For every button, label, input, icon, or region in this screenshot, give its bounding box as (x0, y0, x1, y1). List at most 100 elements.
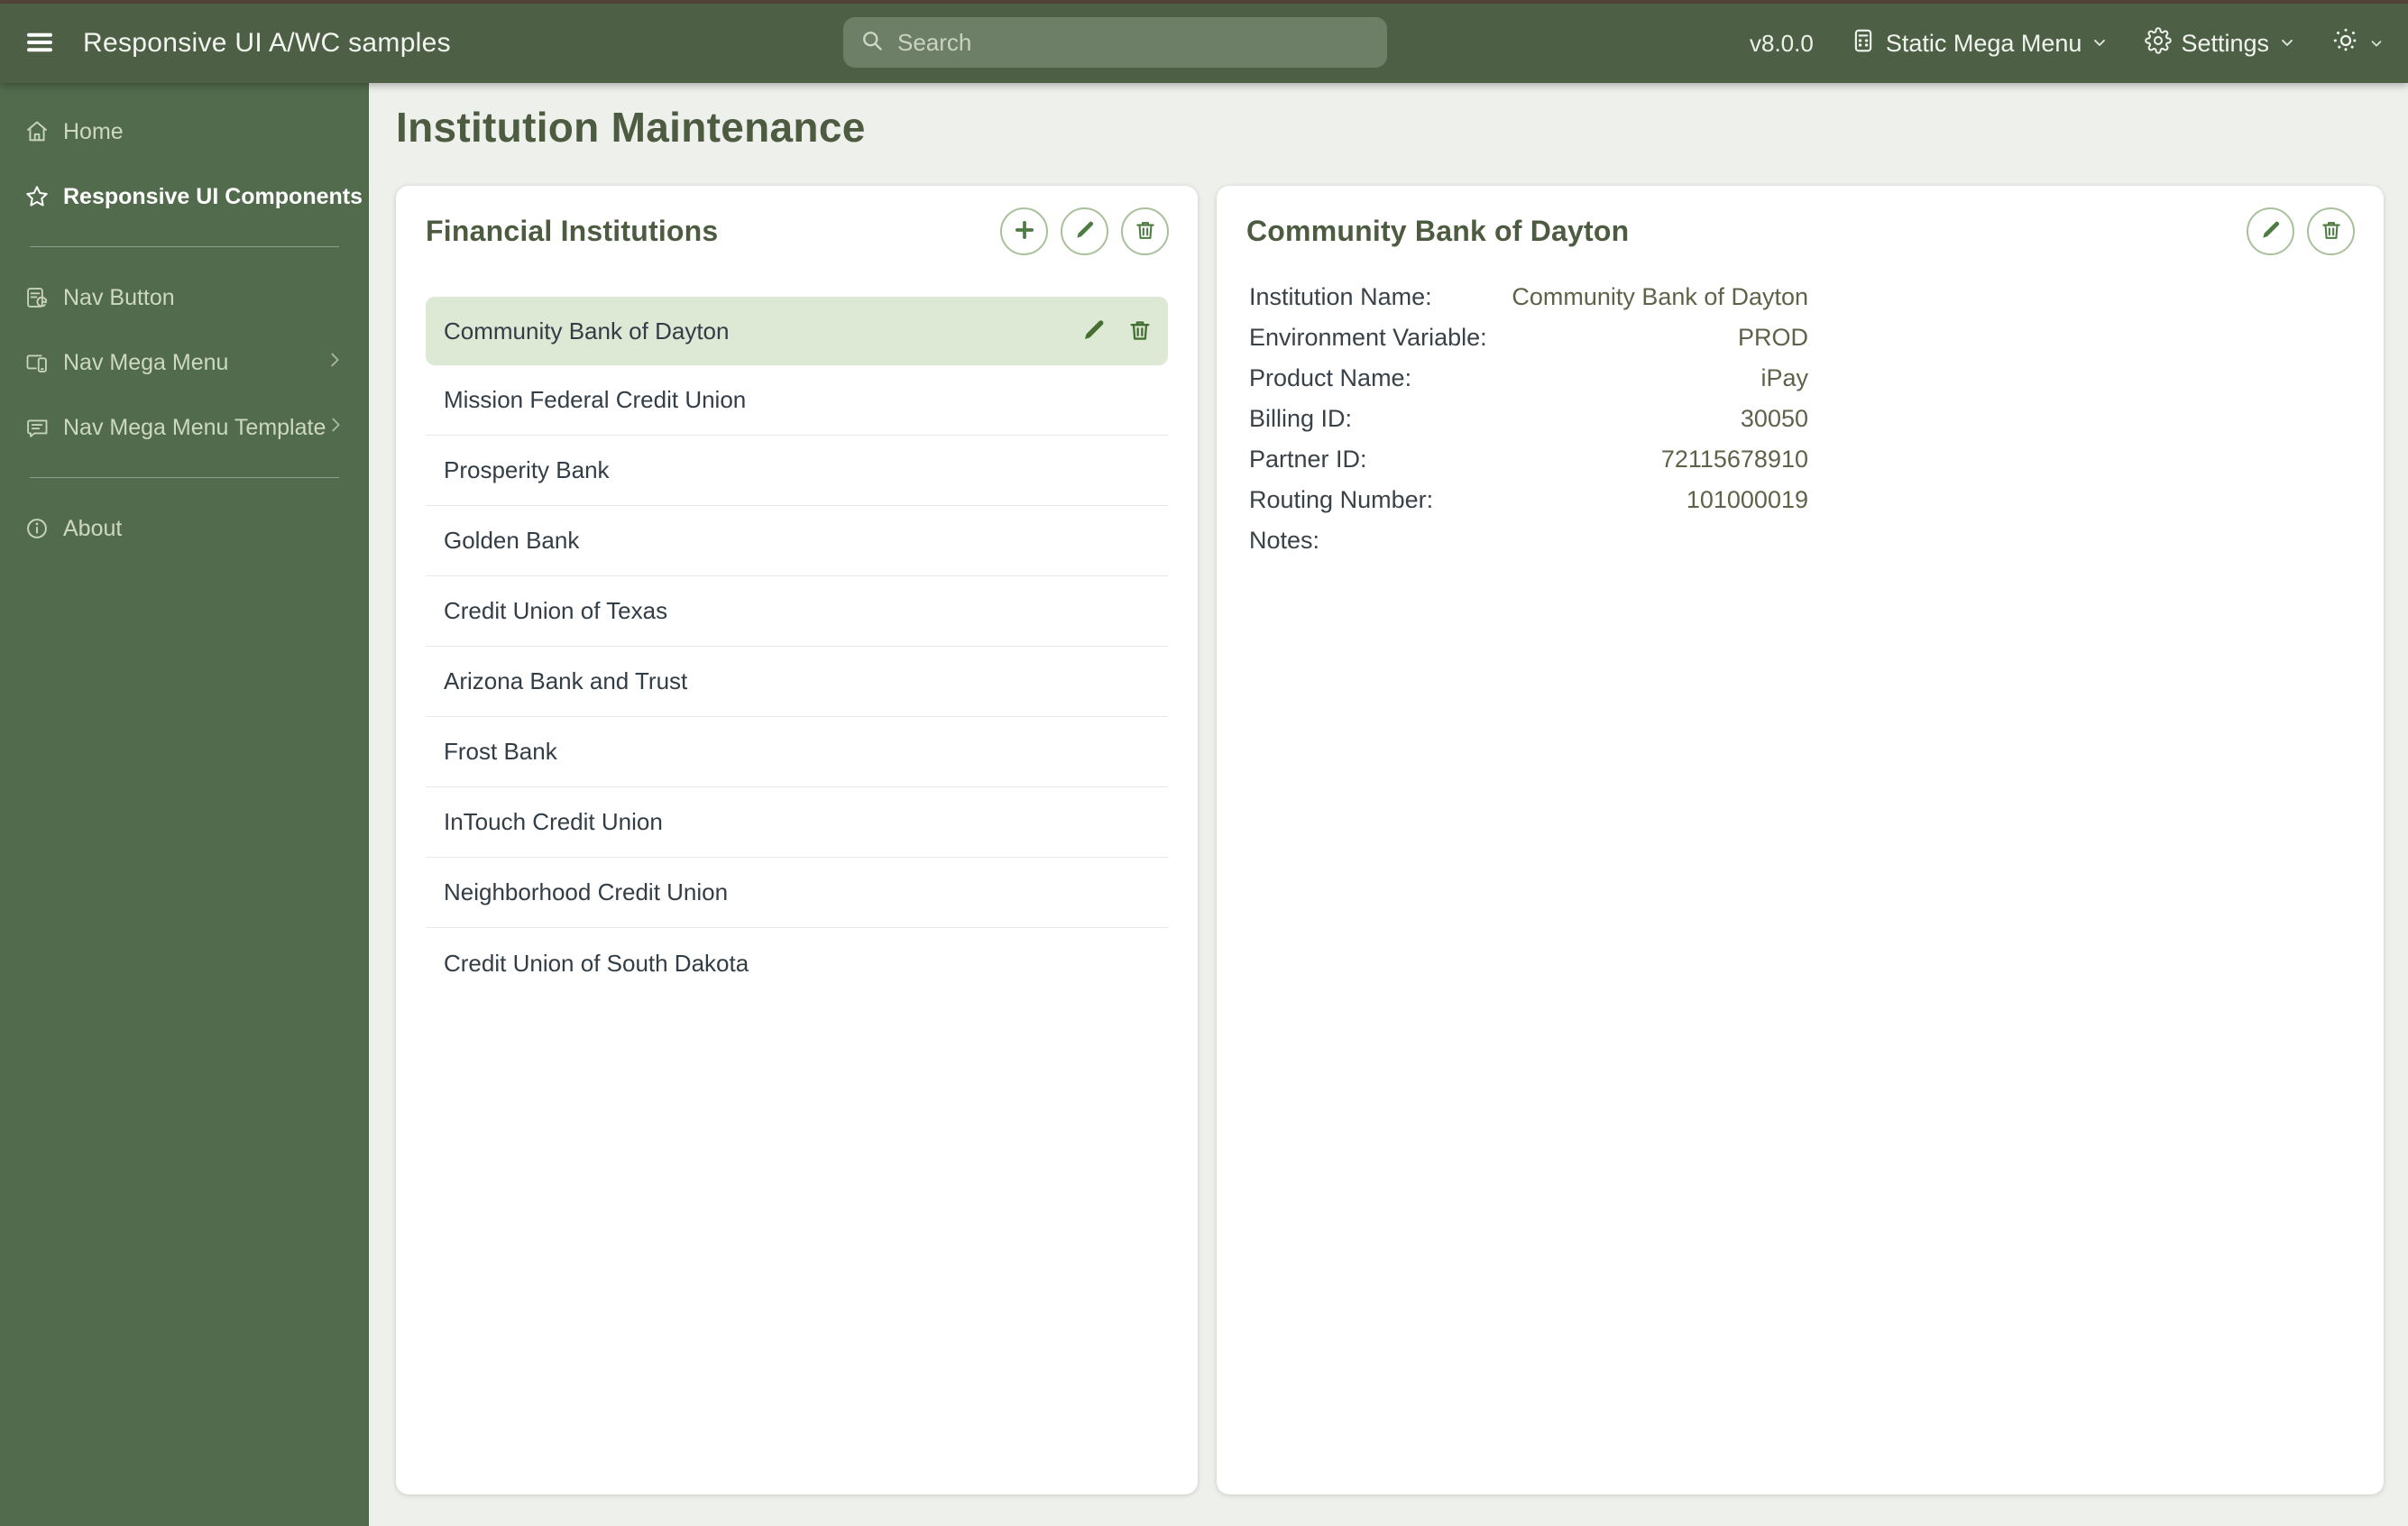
nav-button-icon (23, 284, 51, 311)
field-label: Billing ID: (1249, 405, 1353, 432)
list-card-header: Financial Institutions (396, 186, 1198, 255)
mega-menu-label: Static Mega Menu (1885, 29, 2082, 57)
sidebar-item-label: Responsive UI Components (63, 183, 363, 209)
detail-field: Product Name: iPay (1249, 358, 1808, 399)
detail-field: Partner ID: 72115678910 (1249, 439, 1808, 480)
field-label: Product Name: (1249, 364, 1412, 391)
field-label: Environment Variable: (1249, 324, 1487, 351)
pencil-icon (1080, 317, 1107, 346)
mega-menu-icon (1850, 27, 1877, 60)
list-card-title: Financial Institutions (426, 215, 719, 247)
field-value: PROD (1737, 324, 1808, 351)
add-institution-button[interactable] (1000, 207, 1048, 255)
sidebar-item-nav-mega-menu-template[interactable]: Nav Mega Menu Template (0, 395, 368, 460)
field-value: 30050 (1740, 405, 1808, 432)
sidebar-item-about[interactable]: About (0, 496, 368, 561)
cards-row: Financial Institutions Community Bank of… (396, 186, 2384, 1494)
field-label: Routing Number: (1249, 486, 1434, 513)
institution-name: Credit Union of Texas (444, 597, 668, 624)
sidebar: Home Responsive UI Components Nav Button… (0, 83, 377, 1526)
main-content: Institution Maintenance Financial Instit… (369, 83, 2408, 1526)
plus-icon (1012, 217, 1037, 245)
sun-icon (2332, 27, 2359, 60)
list-item[interactable]: Neighborhood Credit Union (426, 858, 1168, 928)
detail-card-title: Community Bank of Dayton (1246, 215, 1630, 247)
field-label: Notes: (1249, 527, 1320, 554)
search-icon (859, 28, 885, 58)
mega-menu-dropdown[interactable]: Static Mega Menu (1850, 27, 2109, 60)
trash-icon (1127, 317, 1153, 345)
search-input[interactable] (897, 28, 1371, 57)
detail-field: Environment Variable: PROD (1249, 317, 1808, 358)
field-value: Community Bank of Dayton (1512, 283, 1808, 310)
trash-icon (2320, 218, 2343, 244)
list-item[interactable]: Credit Union of Texas (426, 576, 1168, 647)
row-delete-button[interactable] (1127, 317, 1153, 346)
detail-field: Routing Number: 101000019 (1249, 480, 1808, 520)
gear-icon (2145, 26, 2173, 60)
app-title: Responsive UI A/WC samples (83, 28, 451, 58)
delete-institution-button[interactable] (1121, 207, 1169, 255)
institution-name: Frost Bank (444, 738, 557, 765)
institution-name: Prosperity Bank (444, 456, 610, 483)
list-item[interactable]: Mission Federal Credit Union (426, 365, 1168, 436)
institution-name: Arizona Bank and Trust (444, 667, 688, 694)
list-item[interactable]: Arizona Bank and Trust (426, 647, 1168, 717)
detail-edit-button[interactable] (2247, 207, 2294, 255)
list-card-actions (1000, 207, 1169, 255)
star-icon (23, 183, 51, 210)
sidebar-item-label: Home (63, 118, 124, 144)
hamburger-menu-button[interactable] (20, 23, 60, 63)
list-item[interactable]: Frost Bank (426, 717, 1168, 787)
institution-name: Mission Federal Credit Union (444, 386, 747, 413)
institution-detail-card: Community Bank of Dayton Institution Nam… (1217, 186, 2384, 1494)
settings-dropdown[interactable]: Settings (2145, 26, 2296, 60)
chevron-right-icon (325, 350, 345, 376)
financial-institutions-card: Financial Institutions Community Bank of… (396, 186, 1198, 1494)
field-label: Institution Name: (1249, 283, 1432, 310)
list-item-selected[interactable]: Community Bank of Dayton (426, 297, 1168, 365)
sidebar-item-responsive-ui-components[interactable]: Responsive UI Components (0, 164, 377, 229)
sidebar-item-nav-mega-menu[interactable]: Nav Mega Menu (0, 330, 368, 395)
info-icon (23, 515, 51, 542)
topbar-right: v8.0.0 Static Mega Menu Settings (1750, 26, 2385, 60)
version-label: v8.0.0 (1750, 29, 1814, 57)
institution-name: Golden Bank (444, 527, 580, 554)
theme-dropdown[interactable] (2332, 27, 2385, 60)
sidebar-divider (30, 477, 339, 478)
edit-institution-button[interactable] (1061, 207, 1108, 255)
page-title: Institution Maintenance (396, 104, 866, 151)
detail-fields: Institution Name: Community Bank of Dayt… (1249, 277, 1808, 561)
trash-icon (1134, 218, 1157, 244)
pencil-icon (1073, 218, 1097, 244)
sidebar-item-label: Nav Mega Menu Template (63, 414, 326, 440)
home-icon (23, 118, 51, 145)
sidebar-item-nav-button[interactable]: Nav Button (0, 265, 368, 330)
sidebar-item-home[interactable]: Home (0, 99, 368, 164)
list-item[interactable]: Golden Bank (426, 506, 1168, 576)
search-box[interactable] (843, 17, 1387, 68)
field-label: Partner ID: (1249, 446, 1367, 473)
nav-mega-menu-template-icon (23, 414, 51, 441)
institution-name: InTouch Credit Union (444, 808, 663, 835)
institution-name: Credit Union of South Dakota (444, 949, 749, 977)
field-value: 72115678910 (1660, 446, 1808, 473)
chevron-right-icon (326, 415, 345, 441)
detail-field: Notes: (1249, 520, 1808, 561)
institution-name: Neighborhood Credit Union (444, 878, 729, 905)
sidebar-item-label: Nav Mega Menu (63, 349, 229, 375)
list-item[interactable]: Prosperity Bank (426, 436, 1168, 506)
list-item[interactable]: InTouch Credit Union (426, 787, 1168, 858)
settings-label: Settings (2181, 29, 2269, 57)
row-edit-button[interactable] (1080, 317, 1107, 346)
nav-mega-menu-icon (23, 349, 51, 376)
row-actions (1080, 317, 1153, 346)
detail-card-header: Community Bank of Dayton (1217, 186, 2384, 255)
detail-card-actions (2247, 207, 2355, 255)
topbar: Responsive UI A/WC samples v8.0.0 Static… (0, 4, 2408, 83)
pencil-icon (2259, 218, 2283, 244)
detail-delete-button[interactable] (2307, 207, 2355, 255)
institution-list: Community Bank of Dayton Mission Federal… (426, 297, 1168, 998)
list-item[interactable]: Credit Union of South Dakota (426, 928, 1168, 998)
detail-field: Institution Name: Community Bank of Dayt… (1249, 277, 1808, 317)
